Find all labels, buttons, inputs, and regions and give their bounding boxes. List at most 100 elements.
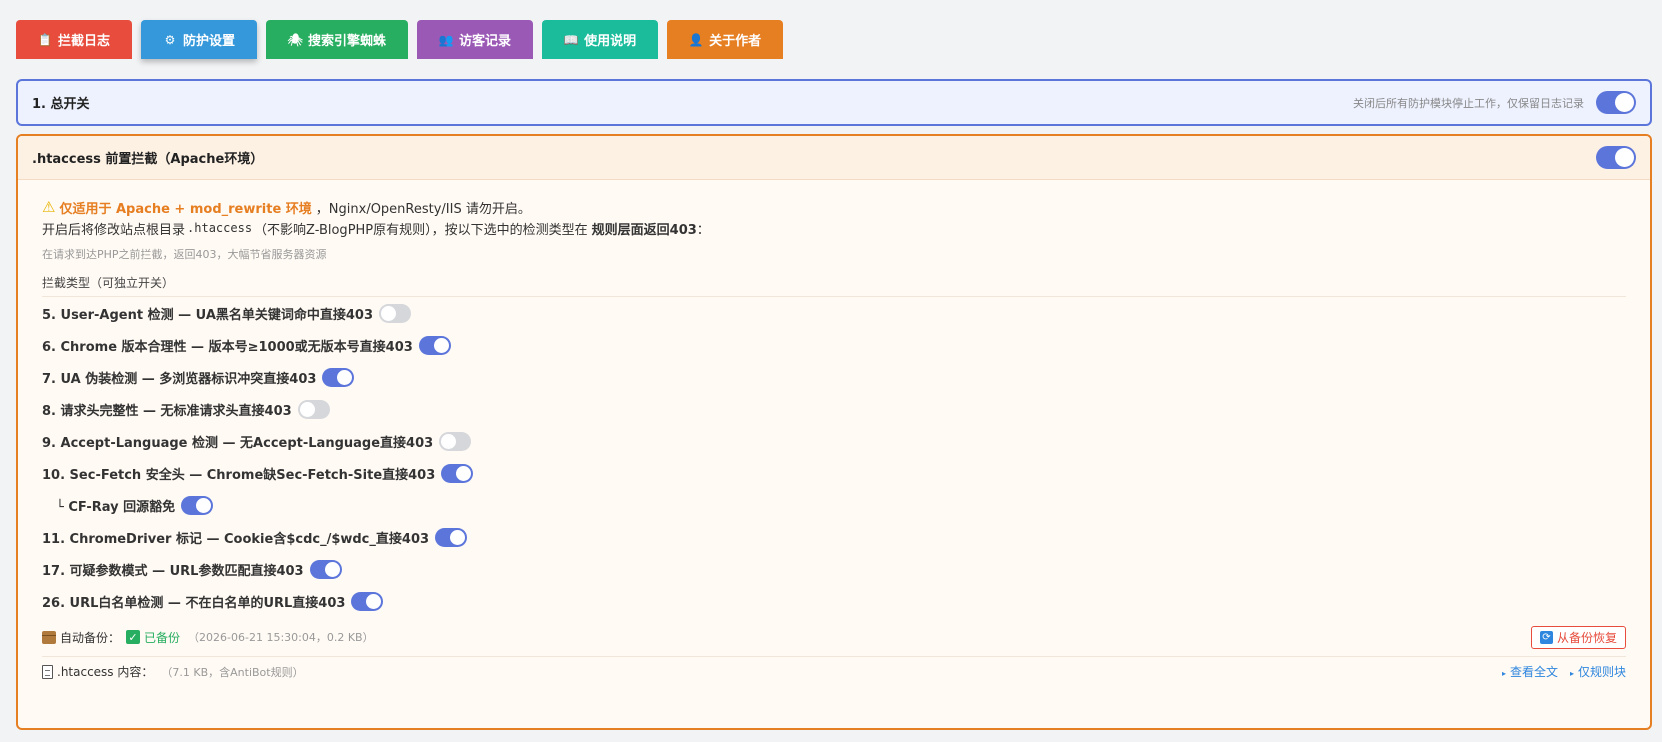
rule-label: 6. Chrome 版本合理性 — 版本号≥1000或无版本号直接403 [42, 339, 413, 355]
rule-label: 10. Sec-Fetch 安全头 — Chrome缺Sec-Fetch-Sit… [42, 467, 436, 483]
tab-label: 关于作者 [709, 34, 762, 49]
warning-rest: ，Nginx/OpenResty/IIS 请勿开启。 [315, 201, 531, 217]
tab-4[interactable]: 📖 使用说明 [542, 20, 659, 59]
rule-label: 7. UA 伪装检测 — 多浏览器标识冲突直接403 [42, 371, 317, 387]
tab-label: 使用说明 [584, 34, 637, 49]
triangle-right-icon: ▸ [1501, 669, 1506, 678]
tab-bar: 📋 拦截日志 ⚙ 防护设置 🕷 搜索引擎蜘蛛 👥 访客记录 📖 使用说明 👤 关于作者 [16, 20, 784, 59]
rule-toggle[interactable] [441, 463, 474, 483]
person-icon: 👤 [688, 32, 704, 47]
rule-toggle[interactable] [435, 527, 468, 547]
tab-label: 访客记录 [459, 34, 512, 49]
tab-label: 拦截日志 [58, 34, 111, 49]
htaccess-header: .htaccess 前置拦截（Apache环境） [18, 136, 1650, 180]
backup-meta: （2026-06-21 15:30:04，0.2 KB） [188, 631, 374, 644]
htaccess-hint: 在请求到达PHP之前拦截，返回403，大幅节省服务器资源 [42, 248, 327, 261]
toggle-knob [381, 305, 397, 321]
tab-5[interactable]: 👤 关于作者 [667, 20, 784, 59]
toggle-knob [299, 401, 315, 417]
document-icon [42, 664, 53, 679]
master-switch-hint: 关闭后所有防护模块停止工作，仅保留日志记录 [1353, 96, 1584, 110]
bug-icon: 🕷 [287, 32, 303, 47]
rule-toggle[interactable] [181, 495, 214, 515]
section-label: 拦截类型（可独立开关） [42, 274, 1626, 297]
warning-icon: ⚠ [42, 198, 56, 216]
rule-row: 26. URL白名单检测 — 不在白名单的URL直接403 [42, 585, 1626, 617]
rule-label: └ CF-Ray 回源豁免 [56, 499, 176, 515]
rule-row: 9. Accept-Language 检测 — 无Accept-Language… [42, 425, 1626, 457]
content-row: .htaccess 内容： （7.1 KB，含AntiBot规则） ▸ 查看全文 … [42, 656, 1626, 682]
toggle-knob [366, 593, 382, 609]
htaccess-panel: .htaccess 前置拦截（Apache环境） ⚠ 仅适用于 Apache +… [16, 134, 1652, 730]
package-icon [42, 630, 56, 644]
toggle-knob [441, 433, 457, 449]
rule-row: 8. 请求头完整性 — 无标准请求头直接403 [42, 393, 1626, 425]
rule-label: 11. ChromeDriver 标记 — Cookie含$cdc_/$wdc_… [42, 531, 430, 547]
htaccess-title: .htaccess 前置拦截（Apache环境） [32, 152, 264, 167]
master-switch-toggle[interactable] [1596, 91, 1636, 114]
book-icon: 📖 [563, 32, 579, 47]
rule-toggle[interactable] [379, 303, 412, 323]
tab-0[interactable]: 📋 拦截日志 [16, 20, 133, 59]
rule-list: 5. User-Agent 检测 — UA黑名单关键词命中直接403 6. Chr… [42, 297, 1626, 617]
toggle-knob [456, 465, 472, 481]
rule-label: 5. User-Agent 检测 — UA黑名单关键词命中直接403 [42, 307, 374, 323]
rule-toggle[interactable] [309, 559, 342, 579]
htaccess-toggle[interactable] [1596, 146, 1636, 169]
warning-line: ⚠ 仅适用于 Apache + mod_rewrite 环境 ，Nginx/Ope… [42, 196, 1626, 218]
gear-icon: ⚙ [164, 32, 176, 47]
view-all-link[interactable]: ▸ 查看全文 [1502, 663, 1558, 680]
content-meta: （7.1 KB，含AntiBot规则） [161, 665, 304, 679]
master-switch-title: 1. 总开关 [32, 97, 90, 112]
toggle-knob [450, 529, 466, 545]
rule-row: 10. Sec-Fetch 安全头 — Chrome缺Sec-Fetch-Sit… [42, 457, 1626, 489]
backup-status: ✓ 已备份 [126, 629, 180, 646]
warning-highlight: 仅适用于 Apache + mod_rewrite 环境 [59, 201, 312, 217]
rule-label: 26. URL白名单检测 — 不在白名单的URL直接403 [42, 595, 346, 611]
desc-suffix: ： [696, 222, 710, 238]
tab-1[interactable]: ⚙ 防护设置 [141, 20, 258, 59]
tab-label: 搜索引擎蜘蛛 [308, 34, 387, 49]
toggle-knob [1615, 148, 1634, 167]
rule-row: 11. ChromeDriver 标记 — Cookie含$cdc_/$wdc_… [42, 521, 1626, 553]
toggle-knob [433, 337, 449, 353]
toggle-knob [337, 369, 353, 385]
tab-label: 防护设置 [183, 34, 236, 49]
rule-label: 9. Accept-Language 检测 — 无Accept-Language… [42, 435, 434, 451]
content-label: .htaccess 内容： [57, 665, 154, 679]
desc-code: .htaccess [187, 221, 253, 235]
toggle-knob [324, 561, 340, 577]
desc-bold: 规则层面返回403 [591, 222, 697, 238]
view-all-label: 查看全文 [1509, 665, 1558, 679]
master-switch-panel: 1. 总开关 关闭后所有防护模块停止工作，仅保留日志记录 [16, 79, 1652, 126]
restore-backup-button[interactable]: ⟳ 从备份恢复 [1530, 625, 1626, 649]
rule-row: 5. User-Agent 检测 — UA黑名单关键词命中直接403 [42, 297, 1626, 329]
tab-3[interactable]: 👥 访客记录 [417, 20, 534, 59]
rule-toggle[interactable] [297, 399, 330, 419]
clipboard-icon: 📋 [37, 32, 53, 47]
rule-label: 8. 请求头完整性 — 无标准请求头直接403 [42, 403, 292, 419]
refresh-icon: ⟳ [1539, 630, 1553, 644]
view-rules-link[interactable]: ▸ 仅规则块 [1570, 663, 1626, 680]
toggle-knob [1615, 93, 1634, 112]
htaccess-body: ⚠ 仅适用于 Apache + mod_rewrite 环境 ，Nginx/Ope… [18, 180, 1650, 617]
tab-2[interactable]: 🕷 搜索引擎蜘蛛 [266, 20, 409, 59]
rule-toggle[interactable] [439, 431, 472, 451]
backup-status-text: 已备份 [144, 630, 181, 645]
view-rules-label: 仅规则块 [1577, 665, 1626, 679]
rule-toggle[interactable] [418, 335, 451, 355]
checkmark-icon: ✓ [126, 630, 141, 644]
desc-middle: （不影响Z-BlogPHP原有规则），按以下选中的检测类型在 [254, 222, 588, 238]
toggle-knob [196, 497, 212, 513]
restore-label: 从备份恢复 [1556, 630, 1617, 645]
rule-row: 17. 可疑参数模式 — URL参数匹配直接403 [42, 553, 1626, 585]
rule-row: └ CF-Ray 回源豁免 [42, 489, 1626, 521]
rule-row: 7. UA 伪装检测 — 多浏览器标识冲突直接403 [42, 361, 1626, 393]
rule-toggle[interactable] [351, 591, 384, 611]
users-icon: 👥 [438, 32, 454, 47]
rule-toggle[interactable] [322, 367, 355, 387]
description-line: 开启后将修改站点根目录 .htaccess （不影响Z-BlogPHP原有规则）… [42, 218, 1626, 238]
backup-row: 自动备份： ✓ 已备份 （2026-06-21 15:30:04，0.2 KB）… [42, 624, 1626, 650]
rule-label: 17. 可疑参数模式 — URL参数匹配直接403 [42, 563, 304, 579]
content-links: ▸ 查看全文 ▸ 仅规则块 [1502, 663, 1626, 680]
